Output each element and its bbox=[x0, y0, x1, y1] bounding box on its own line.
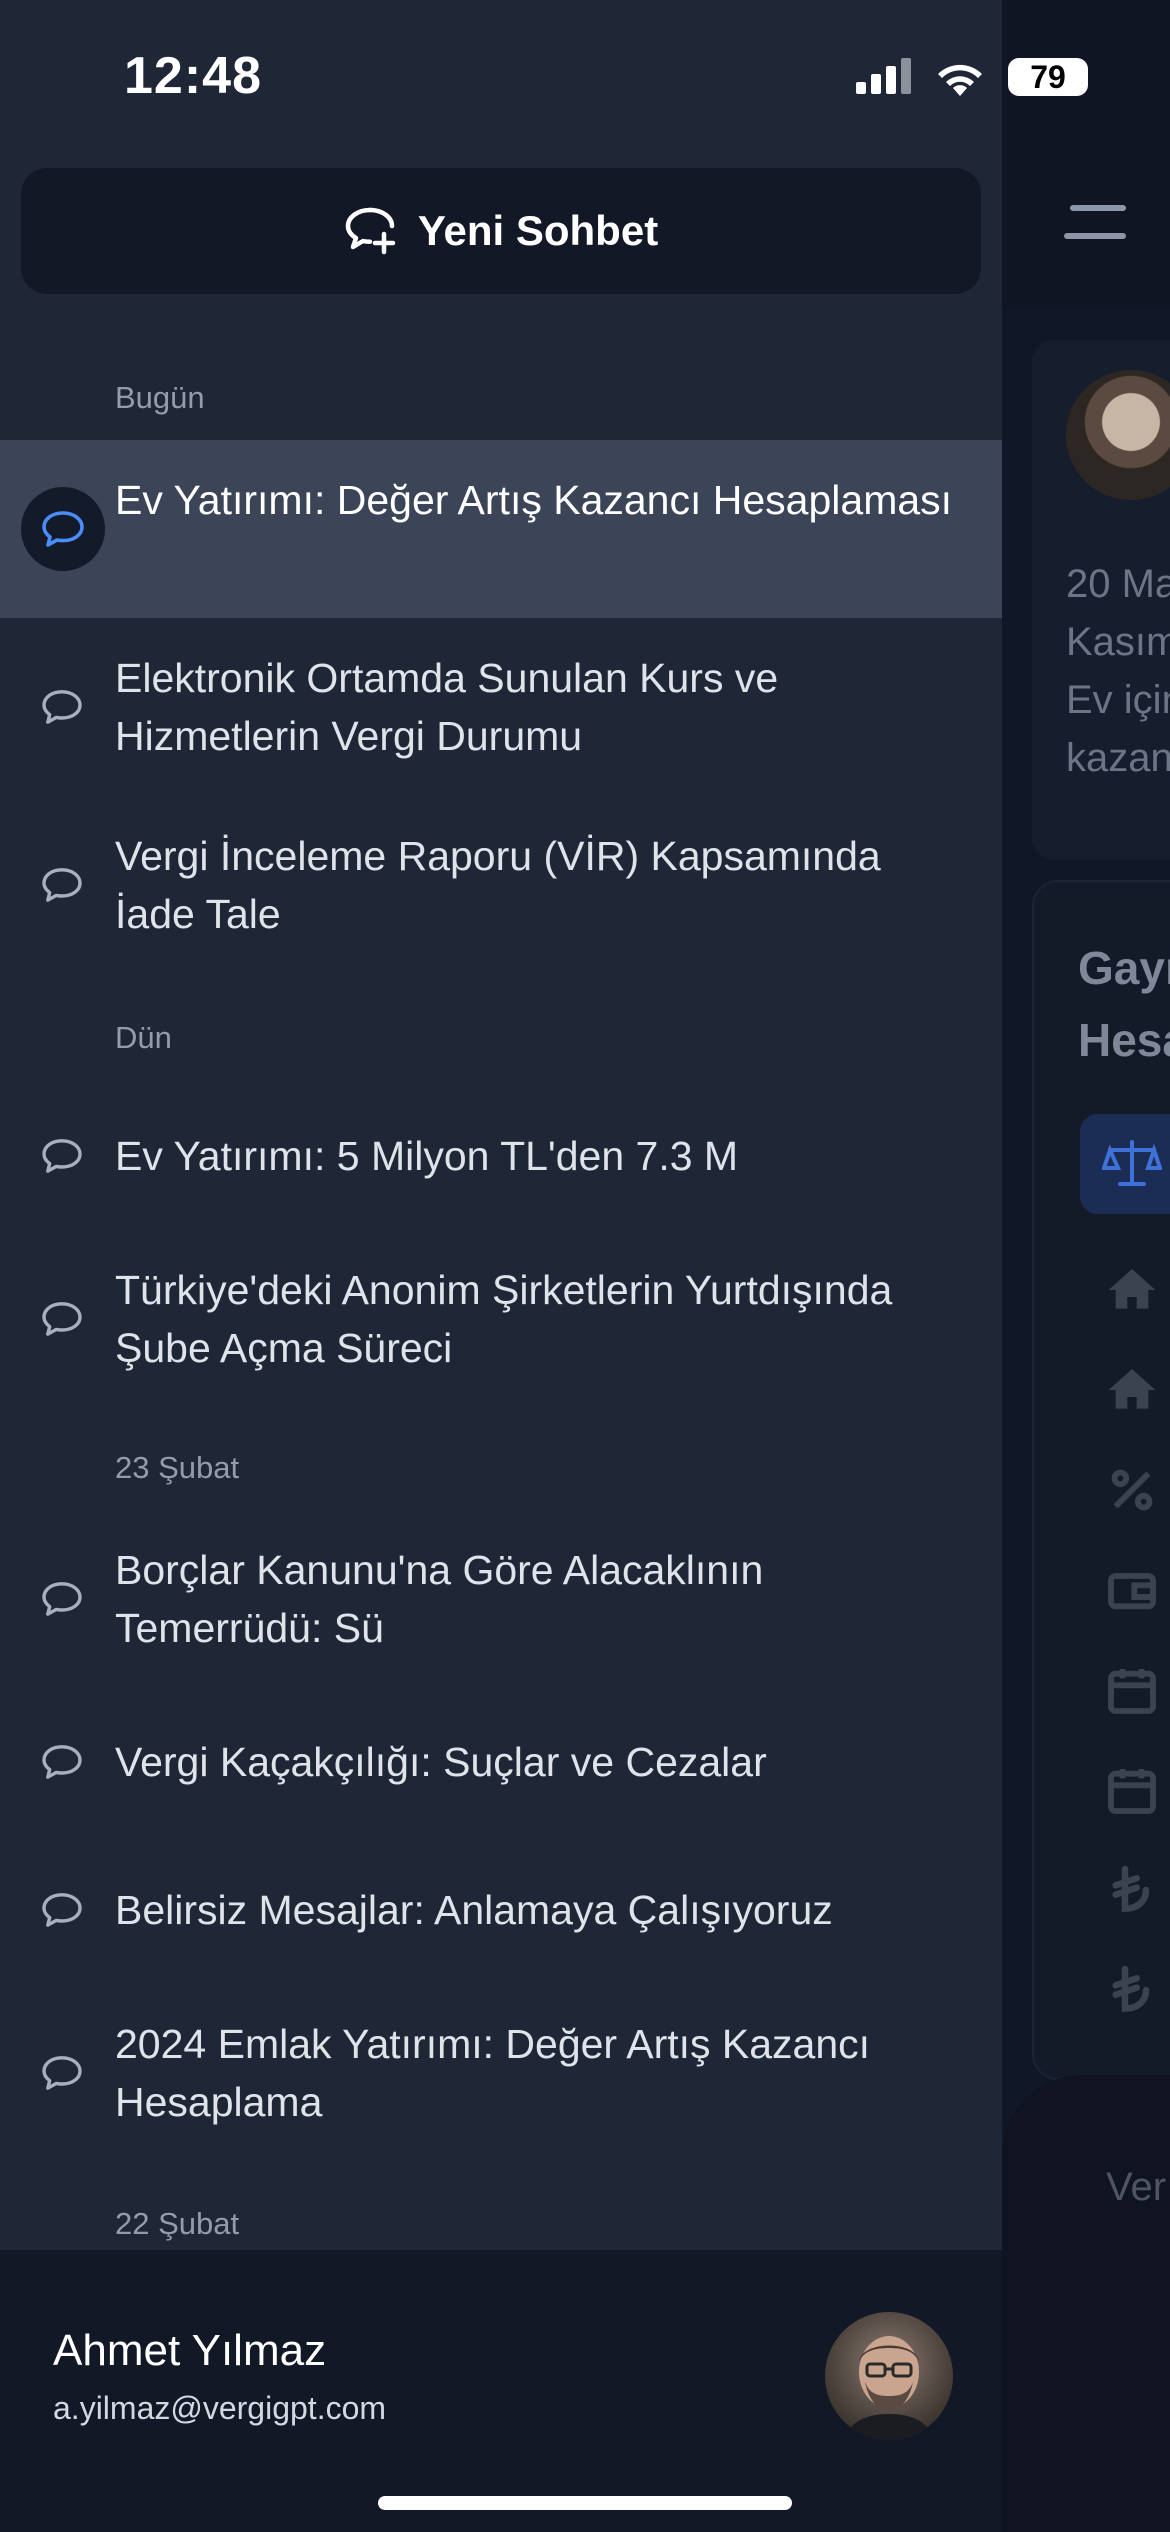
chat-bubble-icon bbox=[38, 1295, 86, 1343]
chat-bubble-icon bbox=[38, 1886, 86, 1934]
background-avatar bbox=[1066, 370, 1170, 500]
chat-history-drawer: 12:48 Yeni Sohbet Bugün Ev Yatırımı: Değe… bbox=[0, 0, 1002, 2532]
chat-bubble-icon bbox=[21, 487, 105, 571]
chat-history-item[interactable]: Vergi İnceleme Raporu (VİR) Kapsamında İ… bbox=[0, 796, 1002, 974]
chat-bubble-icon bbox=[38, 683, 86, 731]
user-profile-footer[interactable]: Ahmet Yılmaz a.yilmaz@vergigpt.com bbox=[0, 2250, 1002, 2532]
home-icon bbox=[1108, 1269, 1156, 1309]
chat-bubble-icon bbox=[38, 1738, 86, 1786]
new-chat-button[interactable]: Yeni Sohbet bbox=[21, 168, 981, 294]
chat-history-item[interactable]: Borçlar Kanunu'na Göre Alacaklının Temer… bbox=[0, 1510, 1002, 1688]
home-indicator bbox=[378, 2496, 792, 2510]
chat-history-title: Ev Yatırımı: 5 Milyon TL'den 7.3 M bbox=[115, 1133, 739, 1179]
menu-icon[interactable] bbox=[1064, 205, 1126, 245]
background-card-title: Gayr Hesa bbox=[1078, 942, 1170, 1066]
new-chat-icon bbox=[345, 207, 396, 255]
chat-history-item[interactable]: Elektronik Ortamda Sunulan Kurs ve Hizme… bbox=[0, 618, 1002, 796]
battery-indicator: 79 bbox=[1008, 58, 1088, 96]
chat-history-item[interactable]: Vergi Kaçakçılığı: Suçlar ve Cezalar bbox=[0, 1688, 1002, 1836]
background-profile-card: 20 Ma Kasım Ev için kazan bbox=[1032, 340, 1170, 860]
chat-history-title: Türkiye'deki Anonim Şirketlerin Yurtdışı… bbox=[115, 1267, 893, 1371]
chat-history-title: Vergi Kaçakçılığı: Suçlar ve Cezalar bbox=[115, 1739, 767, 1785]
background-input-bar: Ver bbox=[1002, 2075, 1170, 2532]
chat-history-title: Borçlar Kanunu'na Göre Alacaklının Temer… bbox=[115, 1547, 764, 1651]
chat-history-title: 2024 Emlak Yatırımı: Değer Artış Kazancı… bbox=[115, 2021, 871, 2125]
background-card-text: 20 Ma Kasım Ev için kazan bbox=[1066, 562, 1170, 780]
chat-history-item-active[interactable]: Ev Yatırımı: Değer Artış Kazancı Hesapla… bbox=[0, 440, 1002, 618]
lira-icon bbox=[1112, 1965, 1150, 2012]
section-date-header: 23 Şubat bbox=[115, 1450, 240, 1485]
chat-history-title: Belirsiz Mesajlar: Anlamaya Çalışıyoruz bbox=[115, 1887, 833, 1933]
section-date-header: Bugün bbox=[115, 380, 205, 415]
background-app-header bbox=[1002, 0, 1170, 310]
chat-history-item[interactable]: Belirsiz Mesajlar: Anlamaya Çalışıyoruz bbox=[0, 1836, 1002, 1984]
chat-bubble-icon bbox=[38, 861, 86, 909]
chat-bubble-icon bbox=[38, 2049, 86, 2097]
scale-icon-badge bbox=[1080, 1114, 1170, 1214]
section-date-header: Dün bbox=[115, 1020, 172, 1055]
chat-history-item[interactable]: Ev Yatırımı: 5 Milyon TL'den 7.3 M bbox=[0, 1082, 1002, 1230]
chat-history-title: Ev Yatırımı: Değer Artış Kazancı Hesapla… bbox=[115, 477, 953, 523]
percent-icon bbox=[1111, 1469, 1153, 1511]
chat-history-item[interactable]: 2024 Emlak Yatırımı: Değer Artış Kazancı… bbox=[0, 1984, 1002, 2162]
chat-bubble-icon bbox=[38, 1132, 86, 1180]
user-avatar-photo bbox=[825, 2312, 953, 2440]
user-avatar[interactable] bbox=[825, 2312, 953, 2440]
section-date-header: 22 Şubat bbox=[115, 2206, 240, 2241]
cellular-signal-icon bbox=[856, 58, 911, 94]
user-name: Ahmet Yılmaz bbox=[53, 2326, 327, 2375]
calendar-icon bbox=[1108, 1669, 1156, 1714]
status-time: 12:48 bbox=[124, 47, 262, 105]
chat-history-title: Vergi İnceleme Raporu (VİR) Kapsamında İ… bbox=[115, 833, 881, 937]
background-input-placeholder: Ver bbox=[1106, 2165, 1167, 2209]
user-email: a.yilmaz@vergigpt.com bbox=[53, 2390, 387, 2426]
wallet-icon bbox=[1108, 1573, 1156, 1610]
lira-icon bbox=[1112, 1865, 1150, 1912]
calendar-icon bbox=[1108, 1769, 1156, 1814]
chat-history-item[interactable]: Türkiye'deki Anonim Şirketlerin Yurtdışı… bbox=[0, 1230, 1002, 1408]
status-bar: 12:48 bbox=[0, 0, 1002, 150]
chat-bubble-icon bbox=[38, 1575, 86, 1623]
wifi-icon bbox=[938, 64, 982, 96]
new-chat-label: Yeni Sohbet bbox=[417, 207, 659, 254]
background-calculator-card: Gayr Hesa bbox=[1032, 880, 1170, 2080]
chat-history-title: Elektronik Ortamda Sunulan Kurs ve Hizme… bbox=[115, 655, 779, 759]
background-app: 20 Ma Kasım Ev için kazan Gayr Hesa bbox=[1002, 0, 1170, 2532]
scale-icon bbox=[1102, 1140, 1162, 1186]
home-icon bbox=[1108, 1369, 1156, 1409]
